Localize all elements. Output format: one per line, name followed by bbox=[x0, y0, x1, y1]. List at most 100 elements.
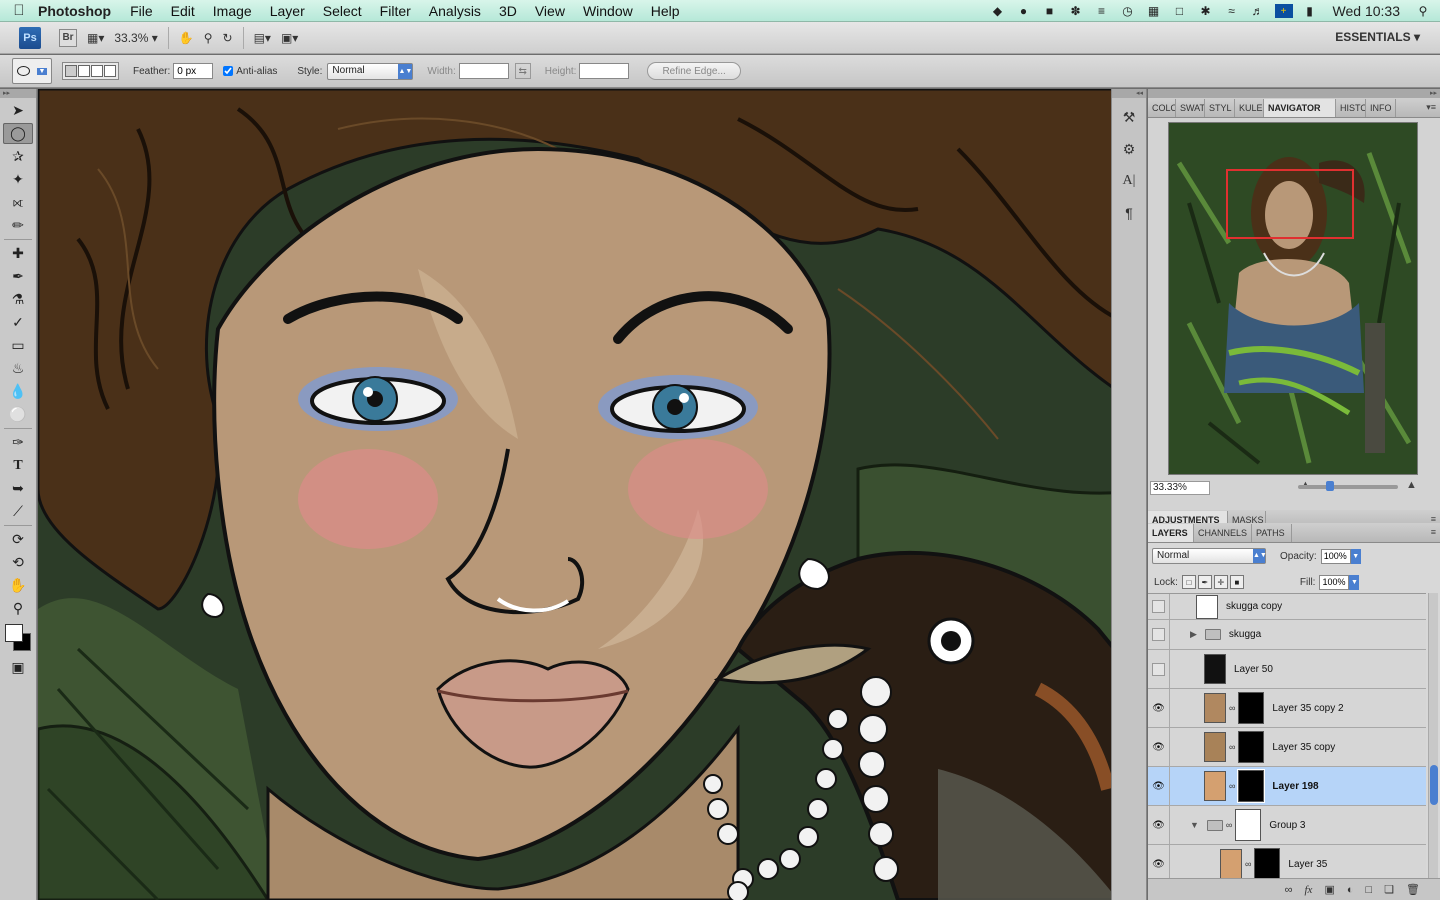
visibility-toggle[interactable]: 👁 bbox=[1148, 845, 1170, 882]
intersect-selection-button[interactable] bbox=[104, 65, 116, 77]
lock-pixels-icon[interactable]: ✒ bbox=[1197, 575, 1212, 589]
path-selection-tool-icon[interactable]: ➥ bbox=[3, 478, 33, 499]
layer-row-layer-35-copy[interactable]: 👁 ∞ Layer 35 copy bbox=[1148, 728, 1426, 767]
tab-layers[interactable]: LAYERS bbox=[1148, 524, 1194, 542]
3d-orbit-tool-icon[interactable]: ⟲ bbox=[3, 552, 33, 573]
eyedropper-tool-icon[interactable]: ✏ bbox=[3, 215, 33, 236]
crop-tool-icon[interactable]: ⟖ bbox=[3, 192, 33, 213]
line-tool-icon[interactable]: ⟋ bbox=[3, 501, 33, 522]
dropbox-icon[interactable]: ◆ bbox=[989, 4, 1007, 18]
scrollbar-thumb[interactable] bbox=[1430, 765, 1438, 805]
menu-analysis[interactable]: Analysis bbox=[420, 3, 490, 19]
menu-3d[interactable]: 3D bbox=[490, 3, 526, 19]
blur-tool-icon[interactable]: 💧 bbox=[3, 381, 33, 402]
blend-mode-dropdown[interactable]: Normal ▲▼ bbox=[1152, 548, 1267, 564]
layer-row-layer-35-copy-2[interactable]: 👁 ∞ Layer 35 copy 2 bbox=[1148, 689, 1426, 728]
color-swatches[interactable] bbox=[3, 621, 33, 655]
lock-position-icon[interactable]: ✛ bbox=[1213, 575, 1228, 589]
panel-menu-icon[interactable]: ≡ bbox=[1431, 527, 1436, 537]
history-brush-tool-icon[interactable]: ✓ bbox=[3, 312, 33, 333]
visibility-toggle[interactable] bbox=[1148, 620, 1170, 649]
menu-help[interactable]: Help bbox=[642, 3, 689, 19]
layer-mask-thumbnail[interactable] bbox=[1235, 809, 1262, 841]
battery-icon[interactable]: ▮ bbox=[1301, 4, 1319, 18]
menu-view[interactable]: View bbox=[526, 3, 574, 19]
layer-name[interactable]: Layer 35 copy 2 bbox=[1272, 703, 1343, 714]
grid-icon[interactable]: ▦ bbox=[1145, 4, 1163, 18]
character-panel-icon[interactable]: A| bbox=[1116, 168, 1142, 194]
link-layers-icon[interactable]: ∞ bbox=[1285, 884, 1293, 896]
style-dropdown[interactable]: Normal ▲▼ bbox=[327, 62, 414, 80]
hand-tool-icon[interactable]: ✋ bbox=[3, 575, 33, 596]
bars-icon[interactable]: ≡ bbox=[1093, 4, 1111, 18]
arrange-documents-icon[interactable]: ▤▾ bbox=[254, 28, 271, 48]
add-mask-icon[interactable]: ▣ bbox=[1324, 883, 1334, 896]
type-tool-icon[interactable]: T bbox=[3, 455, 33, 476]
zoom-tool-icon[interactable]: ⚲ bbox=[204, 28, 213, 48]
add-to-selection-button[interactable] bbox=[78, 65, 90, 77]
new-layer-icon[interactable]: ❏ bbox=[1384, 883, 1394, 896]
spotlight-icon[interactable]: ⚲ bbox=[1414, 4, 1432, 18]
move-tool-icon[interactable]: ➤ bbox=[3, 100, 33, 121]
flag-icon[interactable]: + bbox=[1274, 4, 1293, 18]
tab-channels[interactable]: CHANNELS bbox=[1194, 524, 1252, 542]
antialias-option[interactable]: Anti-alias bbox=[223, 66, 277, 77]
menu-window[interactable]: Window bbox=[574, 3, 642, 19]
width-input[interactable] bbox=[458, 63, 509, 79]
magic-wand-tool-icon[interactable]: ✦ bbox=[3, 169, 33, 190]
lock-transparency-icon[interactable]: □ bbox=[1181, 575, 1196, 589]
app-menu[interactable]: Photoshop bbox=[38, 3, 111, 19]
navigator-zoom-slider[interactable] bbox=[1298, 481, 1398, 491]
collapse-arrows-icon[interactable]: ▸▸ bbox=[1148, 89, 1440, 98]
fill-input[interactable] bbox=[1319, 574, 1350, 590]
paragraph-panel-icon[interactable]: ¶ bbox=[1116, 200, 1142, 226]
menu-filter[interactable]: Filter bbox=[371, 3, 420, 19]
layer-row-layer-35[interactable]: 👁 ∞ Layer 35 bbox=[1148, 845, 1426, 882]
tab-history[interactable]: HISTO bbox=[1336, 99, 1366, 117]
rotate-view-icon[interactable]: ↻ bbox=[223, 28, 233, 48]
collapse-arrows-icon[interactable]: ▸▸ bbox=[0, 89, 36, 98]
workspace-switcher[interactable]: ESSENTIALS ▾ bbox=[1335, 30, 1420, 44]
bluetooth-icon[interactable]: ✱ bbox=[1197, 4, 1215, 18]
menu-select[interactable]: Select bbox=[314, 3, 371, 19]
paw-icon[interactable]: ✽ bbox=[1067, 4, 1085, 18]
layer-mask-thumbnail[interactable] bbox=[1237, 769, 1266, 803]
navigator-view-box[interactable] bbox=[1226, 169, 1354, 239]
tab-color[interactable]: COLO bbox=[1148, 99, 1176, 117]
layer-row-skugga-group[interactable]: ▶ skugga bbox=[1148, 620, 1426, 650]
layer-mask-thumbnail[interactable] bbox=[1254, 848, 1281, 880]
document-canvas[interactable] bbox=[38, 89, 1147, 900]
clock[interactable]: Wed 10:33 bbox=[1333, 3, 1400, 19]
tab-kuler[interactable]: KULE bbox=[1235, 99, 1264, 117]
chain-link-icon[interactable]: ∞ bbox=[1226, 820, 1232, 830]
tab-info[interactable]: INFO bbox=[1366, 99, 1396, 117]
visibility-toggle[interactable]: 👁 bbox=[1148, 728, 1170, 766]
tab-swatches[interactable]: SWAT bbox=[1176, 99, 1205, 117]
layer-name[interactable]: Group 3 bbox=[1269, 820, 1305, 831]
visibility-toggle[interactable]: 👁 bbox=[1148, 689, 1170, 727]
layer-name[interactable]: Layer 198 bbox=[1272, 781, 1318, 792]
feather-input[interactable] bbox=[173, 63, 214, 79]
layer-mask-thumbnail[interactable] bbox=[1238, 731, 1265, 763]
layer-style-icon[interactable]: fx bbox=[1304, 884, 1312, 896]
eraser-tool-icon[interactable]: ▭ bbox=[3, 335, 33, 356]
chain-link-icon[interactable]: ∞ bbox=[1245, 859, 1251, 869]
view-extras-icon[interactable]: ▦▾ bbox=[87, 28, 104, 48]
new-group-icon[interactable]: □ bbox=[1366, 884, 1373, 896]
pen-tool-icon[interactable]: ✑ bbox=[3, 432, 33, 453]
visibility-toggle[interactable] bbox=[1148, 650, 1170, 688]
clone-stamp-tool-icon[interactable]: ⚗ bbox=[3, 289, 33, 310]
menu-file[interactable]: File bbox=[121, 3, 162, 19]
clone-source-icon[interactable]: ⚙ bbox=[1116, 136, 1142, 162]
zoom-tool-icon[interactable]: ⚲ bbox=[3, 598, 33, 619]
layer-mask-thumbnail[interactable] bbox=[1238, 692, 1265, 724]
menu-layer[interactable]: Layer bbox=[261, 3, 314, 19]
alien-icon[interactable]: ● bbox=[1015, 4, 1033, 18]
chain-link-icon[interactable]: ∞ bbox=[1229, 781, 1235, 791]
layer-name[interactable]: Layer 50 bbox=[1234, 664, 1273, 675]
layer-row-group-3[interactable]: 👁 ▼ ∞ Group 3 bbox=[1148, 806, 1426, 845]
display-icon[interactable]: □ bbox=[1171, 4, 1189, 18]
wifi-icon[interactable]: ≈ bbox=[1223, 4, 1241, 18]
delete-layer-icon[interactable]: 🗑 bbox=[1406, 883, 1420, 896]
layer-name[interactable]: skugga copy bbox=[1226, 601, 1282, 612]
